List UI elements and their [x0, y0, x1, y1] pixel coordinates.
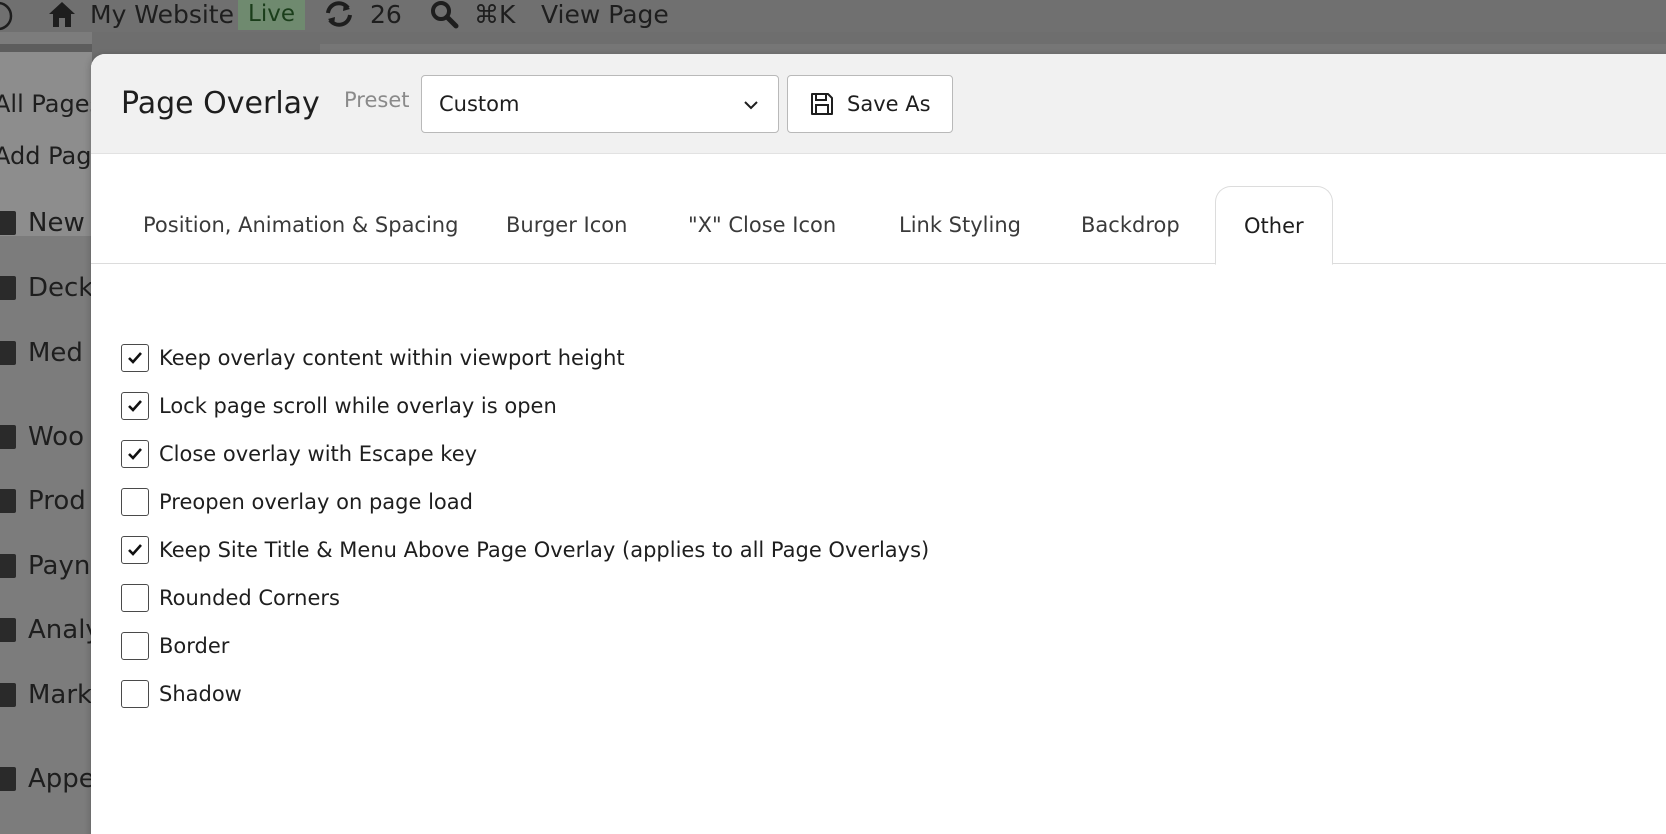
- option-border[interactable]: Border: [121, 632, 229, 660]
- updates-count: 26: [370, 0, 402, 29]
- checkbox[interactable]: [121, 536, 149, 564]
- sidebar-item-analytics[interactable]: Analy: [0, 615, 92, 645]
- option-preopen-overlay[interactable]: Preopen overlay on page load: [121, 488, 473, 516]
- sidebar-item-new[interactable]: New: [0, 208, 85, 238]
- appearance-icon: [0, 767, 16, 791]
- megaphone-icon: [0, 211, 16, 235]
- preset-select[interactable]: Custom: [421, 75, 779, 133]
- option-label: Preopen overlay on page load: [159, 490, 473, 514]
- save-as-label: Save As: [847, 92, 931, 116]
- page-overlay-modal: Page Overlay Preset Custom Save As Posit…: [91, 54, 1666, 834]
- checkmark-icon: [128, 352, 142, 364]
- wordpress-logo-icon[interactable]: [0, 0, 14, 32]
- updates-link[interactable]: 26: [322, 0, 402, 30]
- option-shadow[interactable]: Shadow: [121, 680, 242, 708]
- live-badge: Live: [238, 0, 305, 30]
- chevron-down-icon: [744, 101, 758, 110]
- option-label: Rounded Corners: [159, 586, 340, 610]
- submenu-item-all-pages[interactable]: All Pages: [0, 90, 92, 118]
- option-label: Border: [159, 634, 230, 658]
- option-keep-within-viewport[interactable]: Keep overlay content within viewport hei…: [121, 344, 625, 372]
- checkbox[interactable]: [121, 440, 149, 468]
- sidebar-item-appearance[interactable]: Appe: [0, 764, 92, 794]
- tab-other[interactable]: Other: [1215, 186, 1333, 265]
- checkbox[interactable]: [121, 632, 149, 660]
- home-icon: [49, 2, 75, 27]
- option-close-with-escape[interactable]: Close overlay with Escape key: [121, 440, 477, 468]
- screen: My Website Live 26 ⌘K View Page All Page…: [0, 0, 1666, 834]
- marketing-icon: [0, 683, 16, 707]
- current-menu-indicator: [0, 44, 92, 52]
- sidebar-item-payments[interactable]: Payn: [0, 551, 90, 581]
- modal-header: Page Overlay Preset Custom Save As: [91, 54, 1666, 154]
- payments-icon: [0, 554, 16, 578]
- tab-backdrop[interactable]: Backdrop: [1081, 186, 1180, 264]
- deck-icon: [0, 276, 16, 300]
- option-lock-page-scroll[interactable]: Lock page scroll while overlay is open: [121, 392, 557, 420]
- save-icon: [811, 93, 833, 115]
- sidebar-item-marketing[interactable]: Mark: [0, 680, 92, 710]
- shortcut-label: ⌘K: [474, 0, 516, 29]
- checkbox[interactable]: [121, 392, 149, 420]
- checkmark-icon: [128, 448, 142, 460]
- tab-burger-icon[interactable]: Burger Icon: [506, 186, 627, 264]
- option-label: Keep Site Title & Menu Above Page Overla…: [159, 538, 930, 562]
- media-icon: [0, 341, 16, 365]
- sidebar-item-woo[interactable]: Woo: [0, 422, 84, 452]
- products-icon: [0, 489, 16, 513]
- preset-label: Preset: [344, 88, 410, 112]
- option-keep-site-title-above[interactable]: Keep Site Title & Menu Above Page Overla…: [121, 536, 929, 564]
- option-label: Close overlay with Escape key: [159, 442, 478, 466]
- tab-position-animation-spacing[interactable]: Position, Animation & Spacing: [143, 186, 458, 264]
- option-label: Keep overlay content within viewport hei…: [159, 346, 625, 370]
- site-name-link[interactable]: My Website: [46, 0, 234, 30]
- modal-title: Page Overlay: [121, 86, 320, 121]
- sidebar-item-products[interactable]: Prod: [0, 486, 86, 516]
- sidebar-item-media[interactable]: Med: [0, 338, 83, 368]
- admin-sidebar: All Pages Add Page New Deck Med Woo Prod…: [0, 32, 92, 834]
- preset-selected-value: Custom: [439, 92, 520, 116]
- site-name: My Website: [90, 0, 234, 29]
- settings-tabs: Position, Animation & Spacing Burger Ico…: [91, 186, 1666, 265]
- status-badge[interactable]: Live: [238, 0, 305, 30]
- view-page-label: View Page: [541, 0, 669, 29]
- option-label: Lock page scroll while overlay is open: [159, 394, 557, 418]
- option-rounded-corners[interactable]: Rounded Corners: [121, 584, 340, 612]
- tab-close-icon[interactable]: "X" Close Icon: [688, 186, 836, 264]
- sync-icon: [326, 1, 352, 27]
- search-icon: [431, 1, 459, 29]
- admin-bar: My Website Live 26 ⌘K View Page: [0, 0, 1666, 32]
- checkbox[interactable]: [121, 488, 149, 516]
- submenu-item-add-page[interactable]: Add Page: [0, 142, 92, 170]
- save-as-button[interactable]: Save As: [787, 75, 953, 133]
- checkbox[interactable]: [121, 584, 149, 612]
- checkmark-icon: [128, 544, 142, 556]
- sidebar-item-deck[interactable]: Deck: [0, 273, 92, 303]
- checkbox[interactable]: [121, 680, 149, 708]
- checkmark-icon: [128, 400, 142, 412]
- checkbox[interactable]: [121, 344, 149, 372]
- view-page-link[interactable]: View Page: [541, 0, 669, 30]
- command-search[interactable]: ⌘K: [428, 0, 515, 30]
- option-label: Shadow: [159, 682, 242, 706]
- analytics-icon: [0, 618, 16, 642]
- woo-icon: [0, 425, 16, 449]
- tab-link-styling[interactable]: Link Styling: [899, 186, 1021, 264]
